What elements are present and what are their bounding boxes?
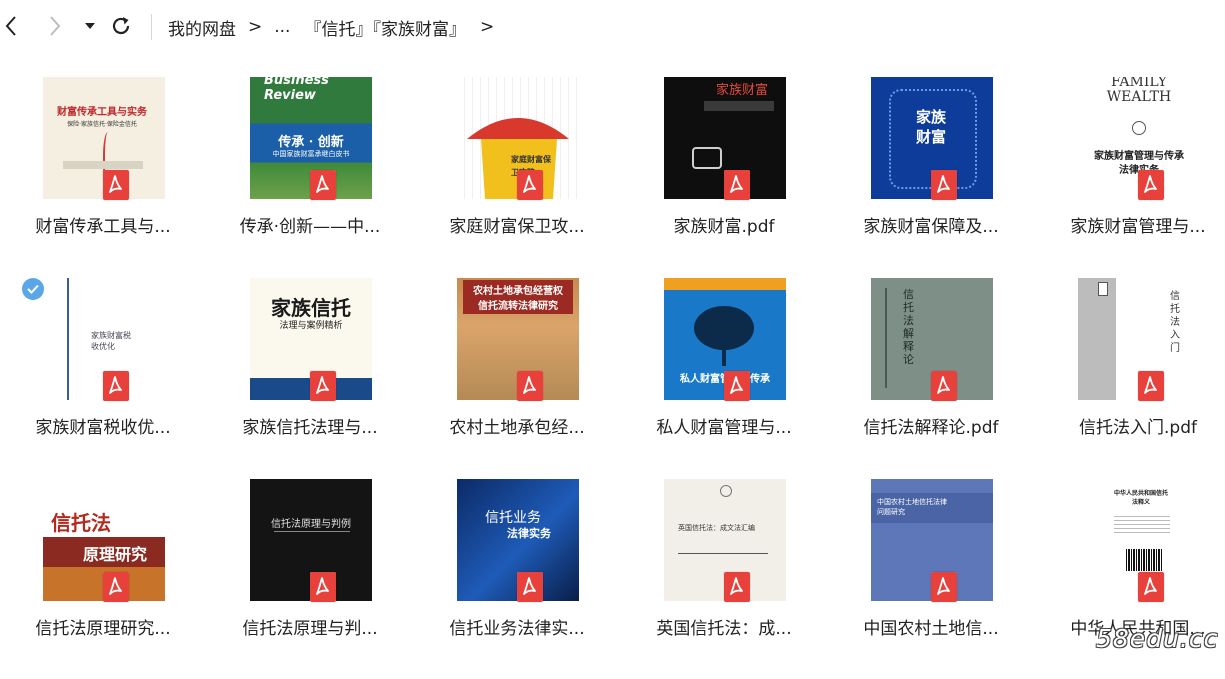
file-tile[interactable]: 农村土地承包经营权 信托流转法律研究 农村土地承包经...: [414, 278, 620, 478]
cover-title: 传承 · 创新: [278, 135, 344, 150]
file-name: 信托法解释论.pdf: [863, 418, 999, 438]
cover-rule: [274, 531, 350, 532]
cover-spine: [1078, 278, 1116, 400]
file-name: 英国信托法：成...: [656, 619, 792, 639]
pdf-icon: [517, 371, 543, 401]
file-tile[interactable]: FAMILY WEALTH 家族财富管理与传承 法律实务 家族财富管理与...: [1035, 77, 1225, 277]
cover-brand: Business Review: [264, 77, 329, 103]
file-name: 信托法原理研究...: [35, 619, 171, 639]
file-grid: 财富传承工具与实务 保险·家族信托·保险金信托 财富传承工具与... Busin…: [0, 0, 1225, 663]
file-tile[interactable]: 信托法 原理研究 信托法原理研究...: [0, 479, 206, 679]
selected-check-icon[interactable]: [22, 278, 44, 300]
file-name: 传承·创新——中...: [239, 217, 381, 237]
pdf-icon: [103, 170, 129, 200]
cover-emblem: [1132, 121, 1146, 135]
file-tile[interactable]: 财富传承工具与实务 保险·家族信托·保险金信托 财富传承工具与...: [0, 77, 206, 277]
cover-title: 中华人民共和国信托法释义: [1113, 490, 1168, 506]
cover-title: 农村土地承包经营权: [473, 286, 563, 297]
cover-border: [885, 288, 887, 388]
watermark-text: 58edu.cc: [1096, 624, 1219, 653]
cover-tree-trunk: [722, 346, 726, 366]
cover-text-block: [1114, 513, 1170, 533]
file-name: 信托业务法律实...: [449, 619, 585, 639]
cover-text-block: [63, 161, 143, 169]
file-tile[interactable]: 信托法入门 信托法入门.pdf: [1035, 278, 1225, 478]
file-name: 农村土地承包经...: [449, 418, 585, 438]
cover-subtitle: 信托流转法律研究: [478, 301, 558, 312]
file-name: 家庭财富保卫攻...: [449, 217, 585, 237]
cover-title: 中国农村土地信托法律问题研究: [877, 498, 947, 516]
cover-subtitle: 法律实务: [507, 527, 551, 540]
cover-subtitle: 保险·家族信托·保险金信托: [67, 121, 137, 128]
cover-title: 英国信托法：成文法汇编: [678, 524, 755, 532]
file-name: 信托法原理与判...: [242, 619, 378, 639]
file-tile[interactable]: Business Review 传承 · 创新 中国家族财富承继白皮书 传承·创…: [207, 77, 413, 277]
cover-title: 家族财富税收优化: [91, 331, 131, 351]
file-name: 私人财富管理与...: [656, 418, 792, 438]
pdf-icon: [103, 572, 129, 602]
pdf-icon: [724, 572, 750, 602]
cover-title: 财富传承工具与实务: [57, 107, 147, 118]
cover-rule: [678, 553, 768, 554]
file-tile[interactable]: 英国信托法：成文法汇编 英国信托法：成...: [621, 479, 827, 679]
cover-spine-line: [67, 278, 69, 400]
cover-brand: FAMILY WEALTH: [1106, 77, 1172, 105]
file-name: 家族信托法理与...: [242, 418, 378, 438]
file-tile[interactable]: 私人财富管理与传承 私人财富管理与...: [621, 278, 827, 478]
cover-tree: [694, 306, 754, 350]
file-tile[interactable]: 家族信托 法理与案例精析 家族信托法理与...: [207, 278, 413, 478]
pdf-icon: [517, 572, 543, 602]
pdf-icon: [724, 170, 750, 200]
cover-subtitle: 中国家族财富承继白皮书: [272, 150, 350, 158]
file-name: 中国农村土地信...: [863, 619, 999, 639]
pdf-icon: [310, 572, 336, 602]
check-icon: [27, 284, 39, 294]
cover-emblem: [720, 485, 732, 497]
pdf-icon: [1138, 371, 1164, 401]
cover-subtitle: 原理研究: [83, 545, 148, 564]
pdf-icon: [724, 371, 750, 401]
file-name: 家族财富税收优...: [35, 418, 171, 438]
cover-title: 家族财富管理与传承: [1094, 151, 1184, 162]
pdf-icon: [931, 371, 957, 401]
file-name: 家族财富.pdf: [673, 217, 775, 237]
file-tile[interactable]: 家族财富税收优化 家族财富税收优...: [0, 278, 206, 478]
cover-top-band: [664, 278, 786, 290]
file-name: 家族财富管理与...: [1070, 217, 1206, 237]
pdf-icon: [517, 170, 543, 200]
file-tile[interactable]: 信托法解释论 信托法解释论.pdf: [828, 278, 1034, 478]
cover-subtitle: 法理与案例精析: [279, 321, 343, 331]
pdf-icon: [1138, 170, 1164, 200]
cover-diamond: [692, 147, 722, 169]
file-tile[interactable]: 家族财富 家族财富保障及...: [828, 77, 1034, 277]
cover-text-block: [704, 101, 774, 111]
file-tile[interactable]: 家庭财富保卫攻略 家庭财富保卫攻...: [414, 77, 620, 277]
cover-spine-mark: [1098, 282, 1108, 296]
file-name: 财富传承工具与...: [35, 217, 171, 237]
cover-title: 家族财富: [915, 108, 946, 146]
barcode: [1126, 549, 1162, 571]
pdf-icon: [931, 572, 957, 602]
pdf-icon: [1138, 572, 1164, 602]
pdf-icon: [931, 170, 957, 200]
cover-title: 家族信托: [271, 296, 351, 320]
cover-title: 信托业务: [485, 510, 541, 526]
cover-title: 信托法: [51, 511, 111, 535]
pdf-icon: [310, 371, 336, 401]
cover-title: 信托法解释论: [903, 288, 914, 366]
file-name: 家族财富保障及...: [863, 217, 999, 237]
file-tile[interactable]: 家族财富 家族财富.pdf: [621, 77, 827, 277]
pdf-icon: [103, 371, 129, 401]
file-tile[interactable]: 信托法原理与判例 信托法原理与判...: [207, 479, 413, 679]
file-name: 信托法入门.pdf: [1079, 418, 1197, 438]
file-tile[interactable]: 信托业务 法律实务 信托业务法律实...: [414, 479, 620, 679]
pdf-icon: [310, 170, 336, 200]
cover-title: 家族财富: [716, 83, 769, 98]
file-tile[interactable]: 中国农村土地信托法律问题研究 中国农村土地信...: [828, 479, 1034, 679]
cover-title: 信托法入门: [1170, 291, 1180, 354]
cover-title: 信托法原理与判例: [271, 519, 351, 530]
